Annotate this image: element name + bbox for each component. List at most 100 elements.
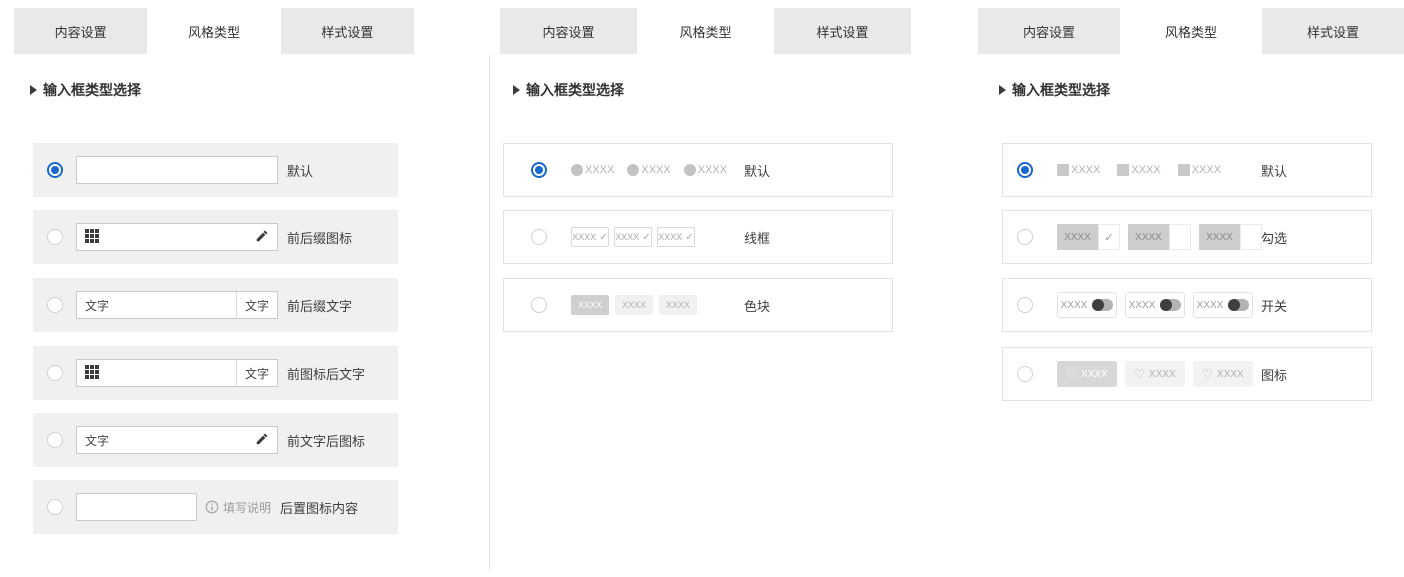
preview-square-prefix: XXXX XXXX XXXX [1057, 164, 1261, 176]
radio[interactable] [47, 499, 63, 515]
section-header[interactable]: 输入框类型选择 [513, 80, 624, 100]
radio[interactable] [47, 432, 63, 448]
item-text: XXXX [1071, 164, 1100, 176]
item-text: XXXX [1061, 300, 1088, 311]
radio-selected[interactable] [47, 162, 63, 178]
radio[interactable] [47, 297, 63, 313]
option-row-outlined[interactable]: XXXX✓ XXXX✓ XXXX✓ 线框 [503, 210, 893, 264]
option-row-prefix-suffix-icon[interactable]: 前后缀图标 [33, 210, 398, 264]
item-text: XXXX [698, 164, 727, 176]
heart-icon: ♡ [1134, 368, 1145, 380]
preview-check-items: XXXX✓ XXXX XXXX [1057, 224, 1261, 250]
pencil-icon [255, 229, 269, 246]
tab-bar: 内容设置 风格类型 样式设置 [978, 8, 1404, 54]
option-label: 前文字后图标 [287, 431, 365, 450]
option-row-switch[interactable]: XXXX XXXX XXXX 开关 [1002, 278, 1372, 332]
collapse-arrow-icon [30, 85, 37, 95]
option-label: 色块 [744, 296, 770, 315]
dot-icon [684, 164, 696, 176]
section-header[interactable]: 输入框类型选择 [30, 80, 141, 100]
heart-icon: ♡ [1202, 368, 1213, 380]
suffix-text: 文字 [236, 292, 269, 318]
square-icon [1178, 164, 1190, 176]
color-block: XXXX [659, 295, 697, 315]
radio[interactable] [1017, 366, 1033, 382]
collapse-arrow-icon [999, 85, 1006, 95]
color-block-selected: XXXX [571, 295, 609, 315]
tab-style-type[interactable]: 风格类型 [147, 8, 280, 54]
option-row-text-then-icon[interactable]: 文字 前文字后图标 [33, 413, 398, 467]
radio[interactable] [531, 229, 547, 245]
grid-icon [85, 365, 99, 382]
panel-radio-styles: 内容设置 风格类型 样式设置 输入框类型选择 XXXX XXXX XXXX 默认… [500, 0, 911, 577]
radio[interactable] [1017, 297, 1033, 313]
square-icon [1117, 164, 1129, 176]
item-text: XXXX [1128, 224, 1169, 250]
settings-page: 内容设置 风格类型 样式设置 输入框类型选择 默认 前后缀图标 文字 [0, 0, 1404, 577]
section-header[interactable]: 输入框类型选择 [999, 80, 1110, 100]
tab-style-settings[interactable]: 样式设置 [774, 8, 911, 54]
checkbox-empty [1169, 224, 1191, 250]
input-preview-icons [76, 223, 278, 251]
input-preview-icon-text: 文字 [76, 359, 278, 387]
radio[interactable] [531, 297, 547, 313]
option-row-default[interactable]: XXXX XXXX XXXX 默认 [503, 143, 893, 197]
suffix-text: 文字 [236, 360, 269, 386]
prefix-text: 文字 [85, 432, 109, 449]
radio[interactable] [1017, 229, 1033, 245]
option-label: 前图标后文字 [287, 364, 365, 383]
radio-selected[interactable] [1017, 162, 1033, 178]
preview-color-blocks: XXXX XXXX XXXX [571, 295, 744, 315]
tab-content-settings[interactable]: 内容设置 [14, 8, 147, 54]
heart-icon: ♡ [1066, 368, 1077, 380]
dot-icon [571, 164, 583, 176]
item-text: XXXX [1081, 369, 1108, 380]
square-icon [1057, 164, 1069, 176]
tab-style-type[interactable]: 风格类型 [637, 8, 774, 54]
item-text: XXXX [1057, 224, 1098, 250]
check-icon: ✓ [599, 232, 607, 243]
input-preview-texts: 文字 文字 [76, 291, 278, 319]
color-block: XXXX [615, 295, 653, 315]
item-text: XXXX [1131, 164, 1160, 176]
preview-radio-dots: XXXX XXXX XXXX [571, 164, 744, 176]
input-preview-empty [76, 156, 278, 184]
option-row-trailing-icon-content[interactable]: 填写说明 后置图标内容 [33, 480, 398, 534]
info-icon [205, 500, 219, 514]
option-label: 开关 [1261, 296, 1287, 315]
radio[interactable] [47, 365, 63, 381]
option-label: 默认 [744, 161, 770, 180]
item-text: XXXX [641, 164, 670, 176]
item-text: XXXX [1197, 300, 1224, 311]
tab-content-settings[interactable]: 内容设置 [500, 8, 637, 54]
option-row-prefix-suffix-text[interactable]: 文字 文字 前后缀文字 [33, 278, 398, 332]
grid-icon [85, 229, 99, 246]
item-text: XXXX [585, 164, 614, 176]
option-row-default[interactable]: 默认 [33, 143, 398, 197]
option-row-color-block[interactable]: XXXX XXXX XXXX 色块 [503, 278, 893, 332]
toggle-icon [1160, 299, 1181, 311]
option-row-icon[interactable]: ♡XXXX ♡XXXX ♡XXXX 图标 [1002, 347, 1372, 401]
tab-style-settings[interactable]: 样式设置 [281, 8, 414, 54]
toggle-icon [1228, 299, 1249, 311]
radio-selected[interactable] [531, 162, 547, 178]
section-title: 输入框类型选择 [43, 80, 141, 100]
item-text: XXXX [615, 232, 639, 242]
radio[interactable] [47, 229, 63, 245]
input-preview-text-icon: 文字 [76, 426, 278, 454]
option-row-default[interactable]: XXXX XXXX XXXX 默认 [1002, 143, 1372, 197]
panel-divider [489, 55, 490, 570]
fill-note: 填写说明 [205, 499, 271, 516]
item-text: XXXX [1149, 369, 1176, 380]
tab-bar: 内容设置 风格类型 样式设置 [500, 8, 911, 54]
option-row-check[interactable]: XXXX✓ XXXX XXXX 勾选 [1002, 210, 1372, 264]
tab-style-settings[interactable]: 样式设置 [1262, 8, 1404, 54]
tab-content-settings[interactable]: 内容设置 [978, 8, 1120, 54]
check-icon: ✓ [685, 232, 693, 243]
option-label: 前后缀文字 [287, 296, 352, 315]
panel-checkbox-styles: 内容设置 风格类型 样式设置 输入框类型选择 XXXX XXXX XXXX 默认… [978, 0, 1404, 577]
option-row-icon-then-text[interactable]: 文字 前图标后文字 [33, 346, 398, 400]
tab-style-type[interactable]: 风格类型 [1120, 8, 1262, 54]
check-icon: ✓ [1098, 224, 1120, 250]
section-title: 输入框类型选择 [1012, 80, 1110, 100]
